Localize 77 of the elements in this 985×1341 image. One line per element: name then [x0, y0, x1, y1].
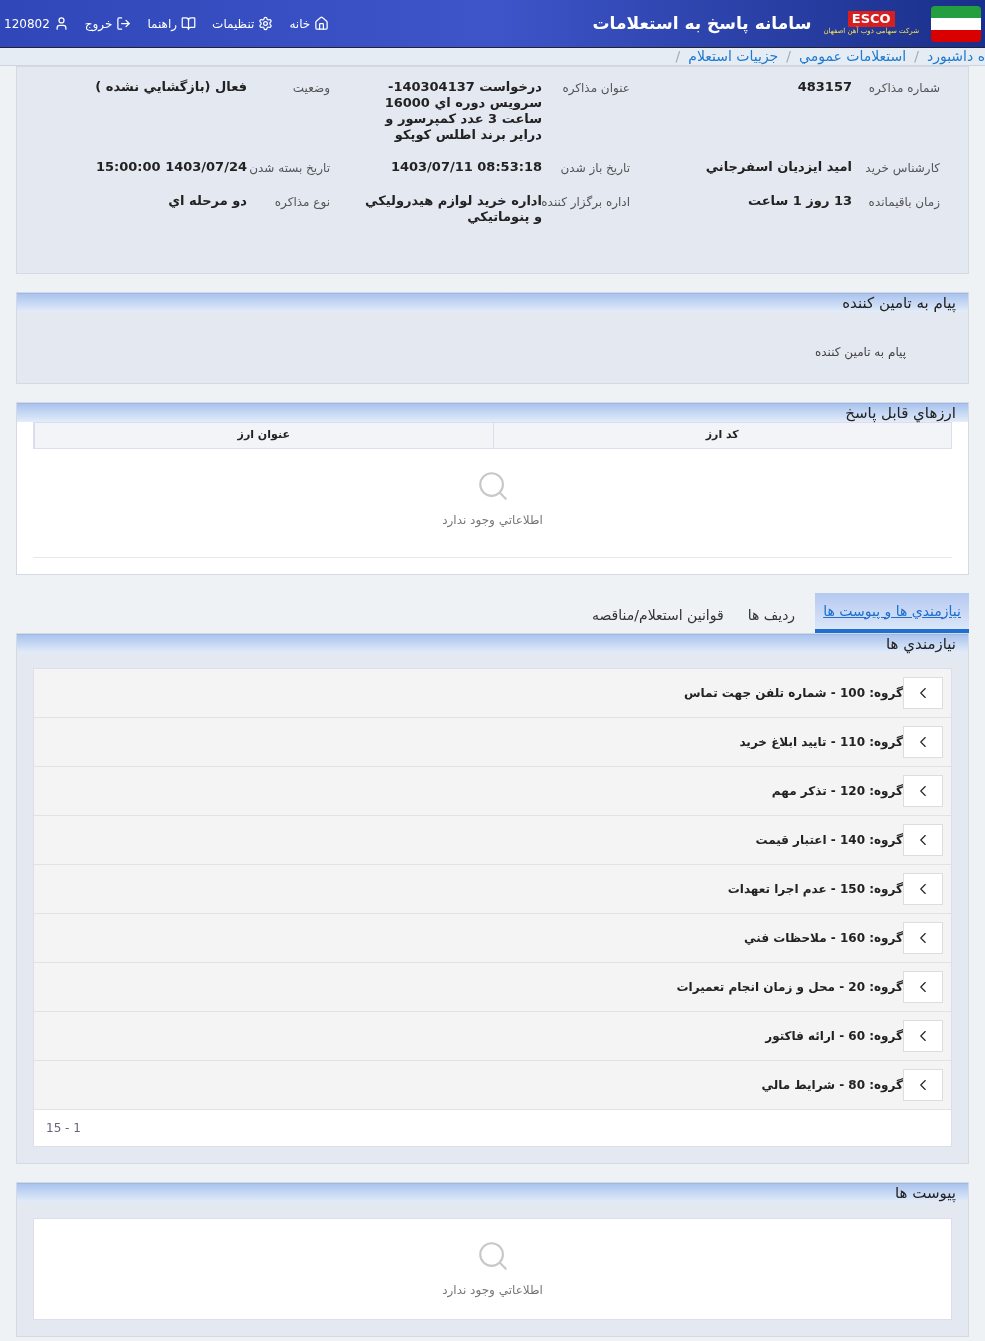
breadcrumb-separator: / [786, 48, 791, 65]
field-label: نوع مذاکره [273, 194, 331, 212]
requirement-row[interactable]: گروه: 110 - تاييد ابلاغ خريد [34, 718, 951, 767]
group-title: گروه: 160 - ملاحظات فني [744, 930, 903, 947]
field-label: شماره مذاکره [867, 80, 941, 98]
expand-button[interactable] [903, 922, 943, 954]
expand-button[interactable] [903, 873, 943, 905]
menu-link[interactable]: خروج [84, 14, 132, 33]
field-value: فعال (بازگشايي نشده ) [94, 79, 247, 96]
field-label: عنوان مذاکره [561, 80, 631, 97]
group-title: گروه: 60 - ارائه فاکتور [765, 1028, 903, 1045]
book-icon [181, 16, 197, 31]
menu-link[interactable]: خانه [289, 14, 330, 33]
requirement-row[interactable]: گروه: 20 - محل و زمان انجام تعميرات [34, 963, 951, 1012]
menu-link[interactable]: راهنما [147, 14, 197, 33]
expand-button[interactable] [903, 677, 943, 709]
menu-link[interactable]: تنظیمات [212, 14, 274, 33]
requirement-row[interactable]: گروه: 140 - اعتبار قيمت [34, 816, 951, 865]
logo-text: ESCO [847, 11, 895, 28]
settings-icon [258, 16, 274, 31]
group-title: گروه: 20 - محل و زمان انجام تعميرات [676, 979, 903, 996]
expand-button[interactable] [903, 971, 943, 1003]
expand-button[interactable] [903, 775, 943, 807]
requirement-row[interactable]: گروه: 80 - شرايط مالي [34, 1061, 951, 1110]
column-header: کد ارز [492, 423, 951, 448]
field-value: 08:53:18 1403/07/11 [389, 159, 542, 176]
group-title: گروه: 120 - تذکر مهم [771, 783, 903, 800]
expand-button[interactable] [903, 1069, 943, 1101]
section-title: پيام به تامين کننده [842, 292, 956, 314]
expand-button[interactable] [903, 1020, 943, 1052]
group-title: گروه: 140 - اعتبار قيمت [755, 832, 903, 849]
column-header: عنوان ارز [34, 423, 493, 448]
logout-icon [116, 16, 132, 31]
tab[interactable]: رديف ها [743, 597, 800, 633]
field-label: تاريخ بسته شدن [248, 160, 331, 177]
empty-message: اطلاعاتي وجود ندارد [442, 1282, 543, 1299]
requirement-row[interactable]: گروه: 160 - ملاحظات فني [34, 914, 951, 963]
message-text: پيام به تامين کننده [815, 345, 906, 359]
field-label: تاريخ باز شدن [559, 160, 631, 177]
field-value: 483157 [796, 79, 852, 96]
user-icon [53, 16, 69, 31]
tab[interactable]: نيازمندي ها و پيوست ها [815, 593, 969, 633]
section-title: ارزهاي قابل پاسخ [845, 402, 956, 425]
requirement-row[interactable]: گروه: 100 - شماره تلفن جهت تماس [34, 669, 951, 718]
tab[interactable]: قوانين استعلام/مناقصه [587, 597, 728, 633]
requirement-row[interactable]: گروه: 60 - ارائه فاکتور [34, 1012, 951, 1061]
flag-logo-icon [931, 5, 981, 42]
group-title: گروه: 150 - عدم اجرا تعهدات [727, 881, 903, 898]
expand-button[interactable] [903, 824, 943, 856]
field-label: وضعيت [291, 80, 331, 97]
empty-message: اطلاعاتي وجود ندارد [442, 511, 543, 529]
breadcrumb-link[interactable]: استعلامات عمومي [799, 48, 907, 65]
user-id: 120802 [4, 14, 69, 33]
field-value: درخواست 140304137-سرويس دوره اي 16000 ساعت 3 عدد کمپرسور و درایر برند اطلس کوپکو [383, 79, 542, 143]
requirement-row[interactable]: گروه: 150 - عدم اجرا تعهدات [34, 865, 951, 914]
home-icon [314, 16, 330, 31]
field-label: اداره برگزار کننده [542, 194, 631, 211]
breadcrumb-link[interactable]: ه داشبورد [926, 48, 985, 65]
breadcrumb-separator: / [914, 48, 919, 65]
field-value: 1403/07/24 15:00:00 [94, 159, 247, 176]
group-title: گروه: 100 - شماره تلفن جهت تماس [684, 685, 903, 702]
field-label: کارشناس خريد [864, 160, 941, 177]
requirement-row[interactable]: گروه: 120 - تذکر مهم [34, 767, 951, 816]
section-title: نيازمندي ها [886, 633, 956, 656]
field-value: 13 روز 1 ساعت [746, 193, 852, 210]
field-value: اميد ايزديان اسفرجاني [704, 159, 852, 176]
breadcrumb-separator: / [675, 48, 681, 65]
group-title: گروه: 110 - تاييد ابلاغ خريد [739, 734, 903, 751]
app-title: سامانه پاسخ به استعلامات [592, 11, 812, 36]
expand-button[interactable] [903, 726, 943, 758]
field-value: دو مرحله اي [167, 193, 247, 210]
breadcrumb-link[interactable]: جزييات استعلام [688, 48, 779, 65]
pagination-text: 15 - 1 [46, 1120, 81, 1137]
field-value: اداره خريد لوازم هيدروليکي و پنوماتيکي [364, 193, 542, 225]
group-title: گروه: 80 - شرايط مالي [761, 1077, 903, 1094]
field-label: زمان باقيمانده [867, 194, 941, 211]
section-title: پيوست ها [895, 1182, 956, 1204]
